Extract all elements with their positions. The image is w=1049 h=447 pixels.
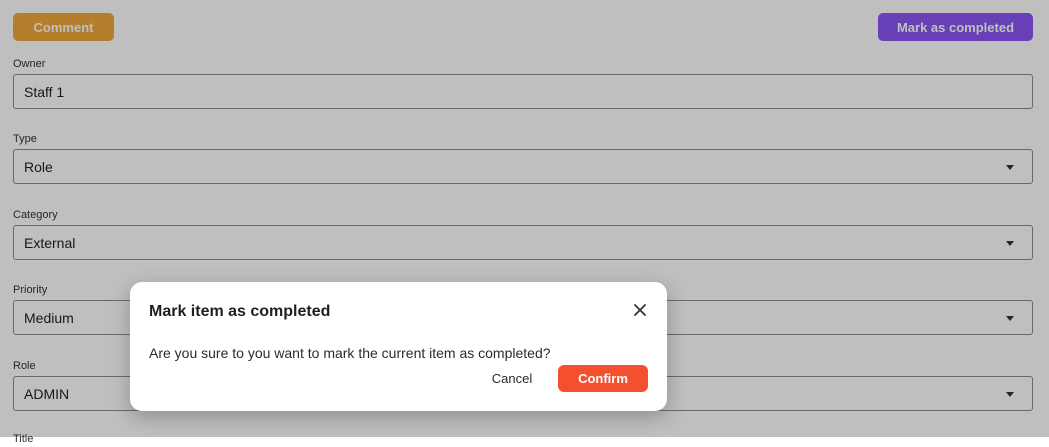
cancel-button[interactable]: Cancel <box>484 365 540 392</box>
dialog-title: Mark item as completed <box>149 303 331 320</box>
close-icon[interactable] <box>633 303 647 317</box>
dialog-message: Are you sure to you want to mark the cur… <box>149 345 551 361</box>
confirm-dialog: Mark item as completed Are you sure to y… <box>130 282 667 411</box>
confirm-button[interactable]: Confirm <box>558 365 648 392</box>
